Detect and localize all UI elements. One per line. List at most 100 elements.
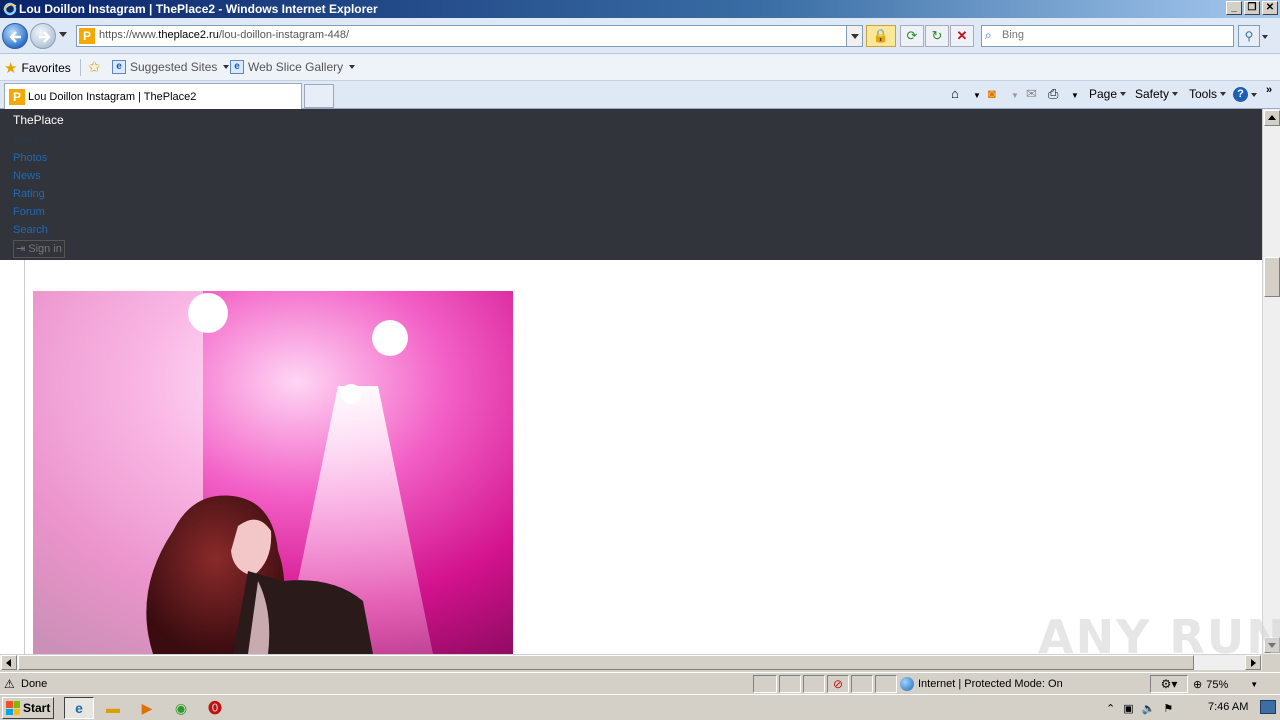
site-header: ThePlace Stars Photos News Rating Forum … xyxy=(0,109,1262,260)
status-bar: ⚠ Done ⊘ Internet | Protected Mode: On ⚙… xyxy=(0,672,1280,694)
print-icon[interactable]: ⎙ xyxy=(1048,86,1058,102)
site-nav: Stars Photos News Rating Forum Search xyxy=(13,131,48,239)
sign-in-button[interactable]: ⇥ Sign in xyxy=(13,240,65,258)
address-url[interactable]: https://www.theplace2.ru/lou-doillon-ins… xyxy=(99,29,349,41)
forward-arrow-icon xyxy=(39,31,51,43)
search-box[interactable]: ⌕ xyxy=(981,25,1234,47)
action-center-flag-icon[interactable]: ⚑ xyxy=(1163,702,1173,715)
vertical-scrollbar[interactable] xyxy=(1262,109,1280,654)
search-input[interactable] xyxy=(1002,29,1227,41)
recent-pages-dropdown[interactable] xyxy=(59,32,67,37)
suggested-sites-label: Suggested Sites xyxy=(130,60,218,74)
status-cell xyxy=(851,675,873,693)
warning-icon: ⚠ xyxy=(4,677,15,691)
scroll-left-button[interactable] xyxy=(1,655,17,670)
security-zone[interactable]: Internet | Protected Mode: On xyxy=(900,677,1063,691)
address-bar[interactable]: P https://www.theplace2.ru/lou-doillon-i… xyxy=(76,25,863,47)
tab-label: Lou Doillon Instagram | ThePlace2 xyxy=(28,91,197,103)
volume-icon[interactable]: 🔈 xyxy=(1142,702,1156,715)
tools-menu-label: Tools xyxy=(1189,87,1218,101)
nav-news[interactable]: News xyxy=(13,167,48,185)
taskbar-chrome-icon[interactable]: ◉ xyxy=(166,697,196,719)
popup-blocker-icon[interactable]: ⊘ xyxy=(827,675,849,693)
vertical-scroll-thumb[interactable] xyxy=(1264,257,1280,297)
stop-icon[interactable]: ✕ xyxy=(950,25,974,47)
protected-mode-settings-icon[interactable]: ⚙▾ xyxy=(1150,675,1188,693)
taskbar-media-player-icon[interactable]: ▶ xyxy=(132,697,162,719)
help-icon: ? xyxy=(1233,87,1248,102)
url-prefix: https://www. xyxy=(99,29,159,41)
home-dropdown-icon[interactable]: ▼ xyxy=(973,91,981,100)
horizontal-scroll-thumb[interactable] xyxy=(18,655,1194,670)
sign-in-icon: ⇥ xyxy=(16,243,26,255)
ie-page-icon: e xyxy=(112,60,126,74)
network-icon[interactable]: ▣ xyxy=(1123,702,1133,715)
page-menu-label: Page xyxy=(1089,87,1118,101)
safety-menu[interactable]: Safety xyxy=(1135,87,1179,101)
more-commands-chevron-icon[interactable]: » xyxy=(1266,84,1272,96)
content-left-border xyxy=(24,260,25,654)
favorites-bar: ★ Favorites ✩ e Suggested Sites e Web Sl… xyxy=(0,54,1280,81)
read-mail-icon[interactable]: ✉ xyxy=(1026,86,1037,102)
taskbar-opera-icon[interactable]: ⓿ xyxy=(200,697,230,719)
favorites-button[interactable]: ★ Favorites xyxy=(4,59,71,77)
sign-in-label: Sign in xyxy=(28,243,62,255)
url-path: /lou-doillon-instagram-448/ xyxy=(218,29,350,41)
chevron-down-icon: ▼ xyxy=(1250,680,1259,689)
status-cell xyxy=(875,675,897,693)
nav-stars[interactable]: Stars xyxy=(13,131,48,149)
web-slice-gallery-link[interactable]: e Web Slice Gallery xyxy=(230,60,356,74)
back-button[interactable] xyxy=(2,23,28,49)
restore-button[interactable]: ❐ xyxy=(1244,1,1260,15)
minimize-button[interactable]: _ xyxy=(1226,1,1242,15)
chevron-down-icon xyxy=(1251,92,1257,97)
taskbar-ie-icon[interactable]: e xyxy=(64,697,94,719)
search-options-dropdown[interactable] xyxy=(1262,35,1268,39)
forward-button[interactable] xyxy=(30,23,56,49)
tab-bar: P Lou Doillon Instagram | ThePlace2 ⌂ ▼ … xyxy=(0,81,1280,109)
nav-forum[interactable]: Forum xyxy=(13,203,48,221)
home-icon[interactable]: ⌂ xyxy=(951,86,959,101)
suggested-sites-link[interactable]: e Suggested Sites xyxy=(112,60,230,74)
chevron-down-icon xyxy=(1172,92,1179,96)
safety-menu-label: Safety xyxy=(1135,87,1170,101)
instagram-photo[interactable] xyxy=(33,291,513,654)
add-to-favorites-bar-icon[interactable]: ✩ xyxy=(88,58,101,76)
refresh-icon[interactable]: ↻ xyxy=(925,25,949,47)
address-toolbar: P https://www.theplace2.ru/lou-doillon-i… xyxy=(0,18,1280,54)
search-button[interactable]: ⚲ xyxy=(1238,25,1260,47)
show-desktop-button[interactable] xyxy=(1260,700,1276,714)
security-lock-icon[interactable]: 🔒 xyxy=(866,25,896,47)
feeds-icon[interactable]: ◙ xyxy=(988,86,996,101)
chevron-down-icon xyxy=(1120,92,1127,96)
tray-expand-icon[interactable]: ⌃ xyxy=(1106,702,1115,715)
new-tab-button[interactable] xyxy=(304,84,334,108)
status-cell xyxy=(753,675,777,693)
nav-search[interactable]: Search xyxy=(13,221,48,239)
nav-photos[interactable]: Photos xyxy=(13,149,48,167)
ie-icon xyxy=(3,2,17,16)
tab-active[interactable]: P Lou Doillon Instagram | ThePlace2 xyxy=(4,83,302,109)
back-arrow-icon xyxy=(9,31,21,43)
compatibility-view-icon[interactable]: ⟳ xyxy=(900,25,924,47)
site-brand[interactable]: ThePlace xyxy=(13,113,64,127)
site-favicon: P xyxy=(9,89,25,105)
window-title: Lou Doillon Instagram | ThePlace2 - Wind… xyxy=(19,2,378,16)
start-button[interactable]: Start xyxy=(2,697,54,719)
zoom-control[interactable]: ⊕ 75% ▼ xyxy=(1193,678,1259,692)
status-cell xyxy=(779,675,801,693)
print-dropdown-icon[interactable]: ▼ xyxy=(1071,91,1079,100)
scroll-up-button[interactable] xyxy=(1264,110,1280,126)
tools-menu[interactable]: Tools xyxy=(1189,87,1227,101)
taskbar-explorer-icon[interactable]: ▬ xyxy=(98,697,128,719)
clock[interactable]: 7:46 AM xyxy=(1208,701,1248,713)
start-label: Start xyxy=(23,701,51,715)
page-viewport: ThePlace Stars Photos News Rating Forum … xyxy=(0,109,1262,654)
feeds-dropdown-icon[interactable]: ▼ xyxy=(1011,91,1019,100)
nav-rating[interactable]: Rating xyxy=(13,185,48,203)
page-menu[interactable]: Page xyxy=(1089,87,1127,101)
address-dropdown-button[interactable] xyxy=(846,26,862,46)
help-menu[interactable]: ? xyxy=(1233,87,1257,102)
close-button[interactable]: ✕ xyxy=(1262,1,1278,15)
divider xyxy=(80,59,81,76)
